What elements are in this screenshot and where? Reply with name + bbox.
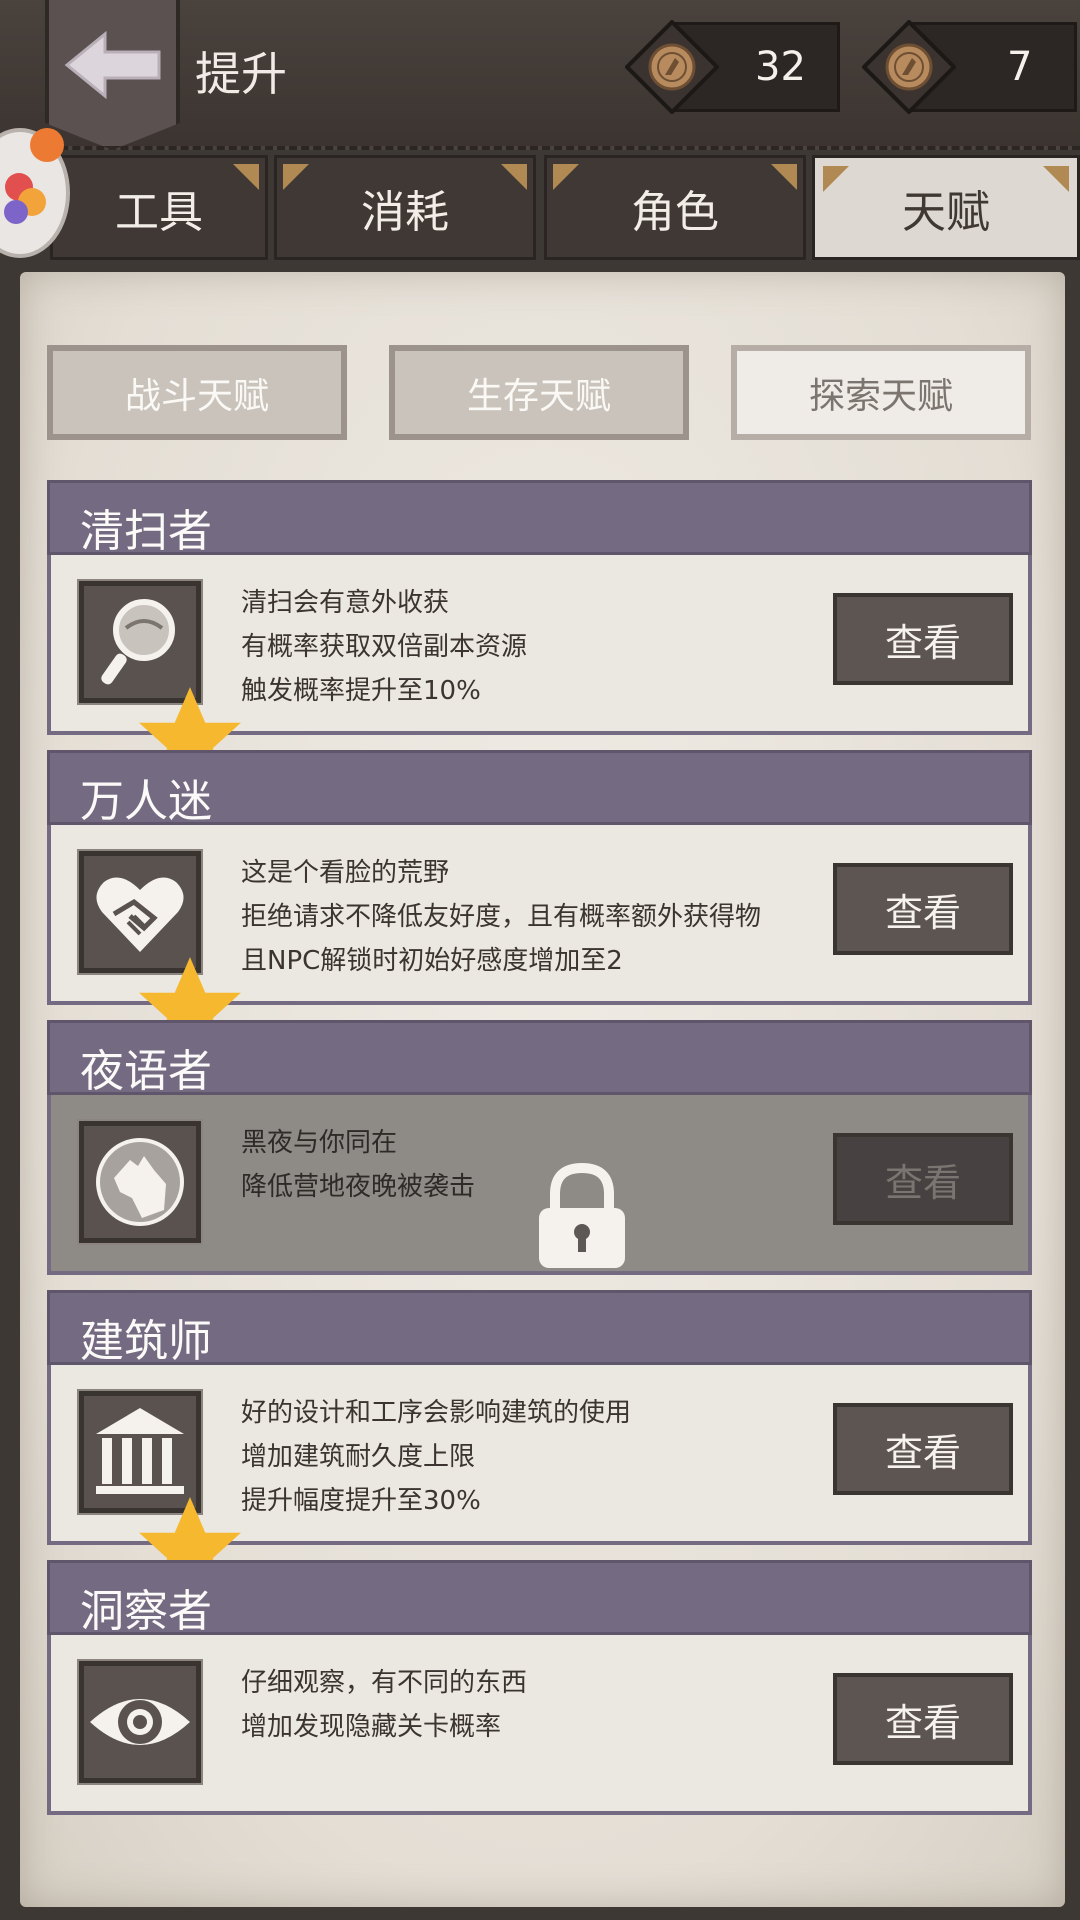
talent-card: 洞察者 仔细观察，有不同的东西 增加发现隐藏关卡概率 查看 — [47, 1560, 1032, 1815]
talent-name: 建筑师 — [80, 1316, 212, 1367]
talent-card-locked: 夜语者 黑夜与你同在 降低营地夜晚被袭击 查看 — [47, 1020, 1032, 1275]
talent-card: 万人迷 这是个看脸的荒野 拒绝请求不降低友好度，且有概率额外获得物 且NPC解锁… — [47, 750, 1032, 1059]
talent-icon-frame — [77, 849, 241, 1059]
talent-card-header: 夜语者 — [47, 1020, 1032, 1097]
talent-card-body: 好的设计和工序会影响建筑的使用 增加建筑耐久度上限 提升幅度提升至30% 查看 — [47, 1365, 1032, 1599]
eye-icon — [90, 1699, 190, 1745]
view-button[interactable]: 查看 — [833, 593, 1013, 685]
page-title: 提升 — [195, 47, 287, 101]
talent-card-body: 清扫会有意外收获 有概率获取双倍副本资源 触发概率提升至10% 查看 — [47, 555, 1032, 789]
talent-card-body: 这是个看脸的荒野 拒绝请求不降低友好度，且有概率额外获得物 且NPC解锁时初始好… — [47, 825, 1032, 1059]
currency-value: 32 — [755, 44, 806, 90]
subtab-combat-talent[interactable]: 战斗天赋 — [47, 345, 347, 440]
description-line: 仔细观察，有不同的东西 — [241, 1668, 528, 1698]
back-arrow-icon[interactable] — [63, 30, 163, 100]
talent-card: 建筑师 好的设计和工序会影响建筑的使用 增加建筑耐久度上限 提升幅度提升至30%… — [47, 1290, 1032, 1599]
lock-icon — [539, 1162, 625, 1268]
tab-label: 天赋 — [902, 186, 990, 238]
tab-corner-icon — [823, 166, 849, 192]
talent-card-body: 仔细观察，有不同的东西 增加发现隐藏关卡概率 查看 — [47, 1635, 1032, 1815]
tab-tools[interactable]: 工具 — [50, 155, 268, 260]
talent-name: 清扫者 — [80, 506, 212, 557]
view-button[interactable]: 查看 — [833, 1673, 1013, 1765]
description-line: 有概率获取双倍副本资源 — [241, 632, 528, 662]
tab-corner-icon — [553, 164, 579, 190]
talent-description: 这是个看脸的荒野 拒绝请求不降低友好度，且有概率额外获得物 且NPC解锁时初始好… — [241, 851, 761, 983]
talent-card-header: 万人迷 — [47, 750, 1032, 827]
description-line: 好的设计和工序会影响建筑的使用 — [241, 1398, 632, 1428]
tab-corner-icon — [233, 164, 259, 190]
notification-dot — [30, 128, 64, 162]
tab-consumables[interactable]: 消耗 — [274, 155, 536, 260]
tab-label: 角色 — [631, 186, 719, 238]
top-bar: 提升 32 7 — [0, 0, 1080, 150]
currency-counter-2: 7 — [862, 20, 1077, 114]
talent-description: 仔细观察，有不同的东西 增加发现隐藏关卡概率 — [241, 1661, 527, 1749]
tab-corner-icon — [771, 164, 797, 190]
talent-card-header: 建筑师 — [47, 1290, 1032, 1367]
description-line: 增加发现隐藏关卡概率 — [241, 1712, 502, 1742]
bronze-coin-icon — [625, 20, 719, 114]
view-button[interactable]: 查看 — [833, 863, 1013, 955]
tab-character[interactable]: 角色 — [544, 155, 806, 260]
talent-card: 清扫者 清扫会有意外收获 有概率获取双倍副本资源 触发概率提升至10% 查看 — [47, 480, 1032, 789]
description-line: 且NPC解锁时初始好感度增加至2 — [241, 946, 623, 976]
bronze-coin-icon — [862, 20, 956, 114]
description-line: 清扫会有意外收获 — [241, 588, 450, 618]
tab-talent[interactable]: 天赋 — [812, 155, 1080, 260]
talent-icon-frame — [77, 1119, 203, 1245]
tab-corner-icon — [1043, 166, 1069, 192]
subtab-explore-talent[interactable]: 探索天赋 — [731, 345, 1031, 440]
talent-name: 万人迷 — [80, 776, 212, 827]
currency-value: 7 — [1007, 44, 1033, 90]
tab-label: 消耗 — [361, 186, 449, 238]
subtab-label: 战斗天赋 — [124, 375, 269, 417]
description-line: 触发概率提升至10% — [241, 676, 481, 706]
description-line: 降低营地夜晚被袭击 — [241, 1172, 476, 1202]
talent-icon-frame — [77, 1389, 241, 1599]
subtab-label: 探索天赋 — [808, 375, 953, 417]
talent-name: 洞察者 — [80, 1586, 212, 1637]
description-line: 提升幅度提升至30% — [241, 1486, 481, 1516]
subtab-label: 生存天赋 — [466, 375, 611, 417]
view-button[interactable]: 查看 — [833, 1403, 1013, 1495]
description-line: 黑夜与你同在 — [241, 1128, 398, 1158]
wolf-howling-icon — [96, 1138, 184, 1226]
talent-card-header: 洞察者 — [47, 1560, 1032, 1637]
tab-corner-icon — [501, 164, 527, 190]
talent-description: 好的设计和工序会影响建筑的使用 增加建筑耐久度上限 提升幅度提升至30% — [241, 1391, 631, 1523]
talent-card-header: 清扫者 — [47, 480, 1032, 557]
description-line: 这是个看脸的荒野 — [241, 858, 450, 888]
description-line: 拒绝请求不降低友好度，且有概率额外获得物 — [241, 902, 762, 932]
tab-corner-icon — [283, 164, 309, 190]
view-button-disabled[interactable]: 查看 — [833, 1133, 1013, 1225]
tab-label: 工具 — [115, 186, 203, 238]
talent-name: 夜语者 — [80, 1046, 212, 1097]
currency-counter-1: 32 — [625, 20, 840, 114]
subtab-survival-talent[interactable]: 生存天赋 — [389, 345, 689, 440]
main-tab-bar: 工具 消耗 角色 天赋 — [0, 155, 1080, 265]
talent-icon-frame — [77, 1659, 203, 1785]
talent-description: 黑夜与你同在 降低营地夜晚被袭击 — [241, 1121, 475, 1209]
description-line: 增加建筑耐久度上限 — [241, 1442, 476, 1472]
talent-icon-frame — [77, 579, 241, 789]
talent-description: 清扫会有意外收获 有概率获取双倍副本资源 触发概率提升至10% — [241, 581, 527, 713]
